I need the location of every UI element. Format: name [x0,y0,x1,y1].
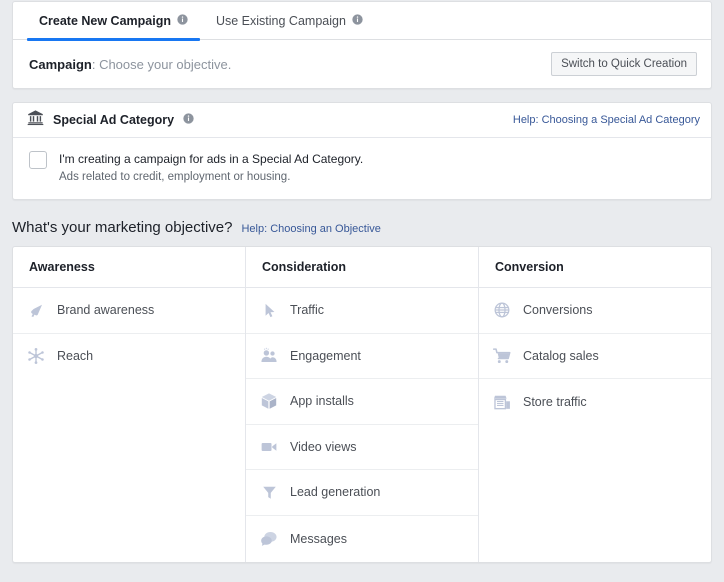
special-ad-category-body: I'm creating a campaign for ads in a Spe… [13,138,711,199]
objective-item-video-views[interactable]: Video views [246,425,478,471]
objective-column-awareness: Awareness Brand awareness Reach [13,247,246,562]
objective-item-lead-generation[interactable]: Lead generation [246,470,478,516]
objective-label: Video views [290,439,357,454]
speech-bubbles-icon [260,530,278,548]
help-choosing-special-ad-category-link[interactable]: Help: Choosing a Special Ad Category [513,114,700,126]
help-choosing-an-objective-link[interactable]: Help: Choosing an Objective [241,223,380,235]
objective-item-reach[interactable]: Reach [13,334,245,380]
bank-building-icon [27,109,44,131]
campaign-label: Campaign [29,56,92,72]
people-icon [260,347,278,365]
objective-column-header-consideration: Consideration [246,247,478,288]
objective-item-brand-awareness[interactable]: Brand awareness [13,288,245,334]
objective-item-conversions[interactable]: Conversions [479,288,711,334]
objective-item-store-traffic[interactable]: Store traffic [479,379,711,425]
megaphone-icon [27,301,45,319]
objective-label: Reach [57,349,94,364]
objective-label: Lead generation [290,485,381,500]
objective-label: Traffic [290,303,325,318]
marketing-objective-heading-row: What's your marketing objective? Help: C… [12,219,712,236]
campaign-header-card: Create New Campaign Use Existing Campaig… [12,1,712,89]
campaign-description: : Choose your objective. [91,56,232,72]
objective-column-conversion: Conversion Conversions Catalog sales Sto… [479,247,711,562]
funnel-icon [260,484,278,502]
network-burst-icon [27,347,45,365]
objective-label: Catalog sales [523,348,599,363]
globe-icon [493,301,511,319]
special-ad-category-card: Special Ad Category Help: Choosing a Spe… [12,102,712,200]
campaign-tabs: Create New Campaign Use Existing Campaig… [13,2,711,41]
tab-use-existing-campaign-label: Use Existing Campaign [215,14,346,28]
video-camera-icon [260,438,278,456]
objective-label: Conversions [523,303,593,318]
special-ad-category-checkbox[interactable] [29,151,47,169]
objective-item-app-installs[interactable]: App installs [246,379,478,425]
objective-item-catalog-sales[interactable]: Catalog sales [479,334,711,380]
campaign-objective-row: Campaign: Choose your objective. Switch … [13,40,711,88]
marketing-objectives-table: Awareness Brand awareness Reach Consider… [12,246,712,563]
storefront-icon [493,393,511,411]
objective-item-messages[interactable]: Messages [246,516,478,562]
objective-label: Messages [290,531,347,546]
objective-column-consideration: Consideration Traffic Engagement App ins… [246,247,479,562]
objective-item-traffic[interactable]: Traffic [246,288,478,334]
objective-column-header-awareness: Awareness [13,247,245,288]
objective-label: Brand awareness [57,303,155,318]
special-ad-category-header: Special Ad Category Help: Choosing a Spe… [13,103,711,138]
special-ad-category-title: Special Ad Category [53,113,175,127]
shopping-cart-icon [493,347,511,365]
cube-box-icon [260,392,278,410]
info-icon[interactable] [352,14,363,28]
cursor-arrow-icon [260,301,278,319]
campaign-objective-text: Campaign: Choose your objective. [29,57,231,72]
info-icon[interactable] [183,111,194,129]
tab-create-new-campaign-label: Create New Campaign [39,14,171,28]
objective-label: Store traffic [523,394,587,409]
info-icon[interactable] [177,14,188,28]
campaign-creation-page: Create New Campaign Use Existing Campaig… [0,1,724,563]
special-ad-category-checkbox-sublabel: Ads related to credit, employment or hou… [59,171,291,183]
objective-label: Engagement [290,348,361,363]
objective-column-header-conversion: Conversion [479,247,711,288]
special-ad-category-checkbox-label: I'm creating a campaign for ads in a Spe… [59,152,364,166]
tab-create-new-campaign[interactable]: Create New Campaign [25,2,202,41]
objective-item-engagement[interactable]: Engagement [246,334,478,380]
page-title: What's your marketing objective? [12,219,233,236]
objective-label: App installs [290,394,354,409]
switch-to-quick-creation-button[interactable]: Switch to Quick Creation [551,52,697,76]
tab-use-existing-campaign[interactable]: Use Existing Campaign [202,2,377,40]
